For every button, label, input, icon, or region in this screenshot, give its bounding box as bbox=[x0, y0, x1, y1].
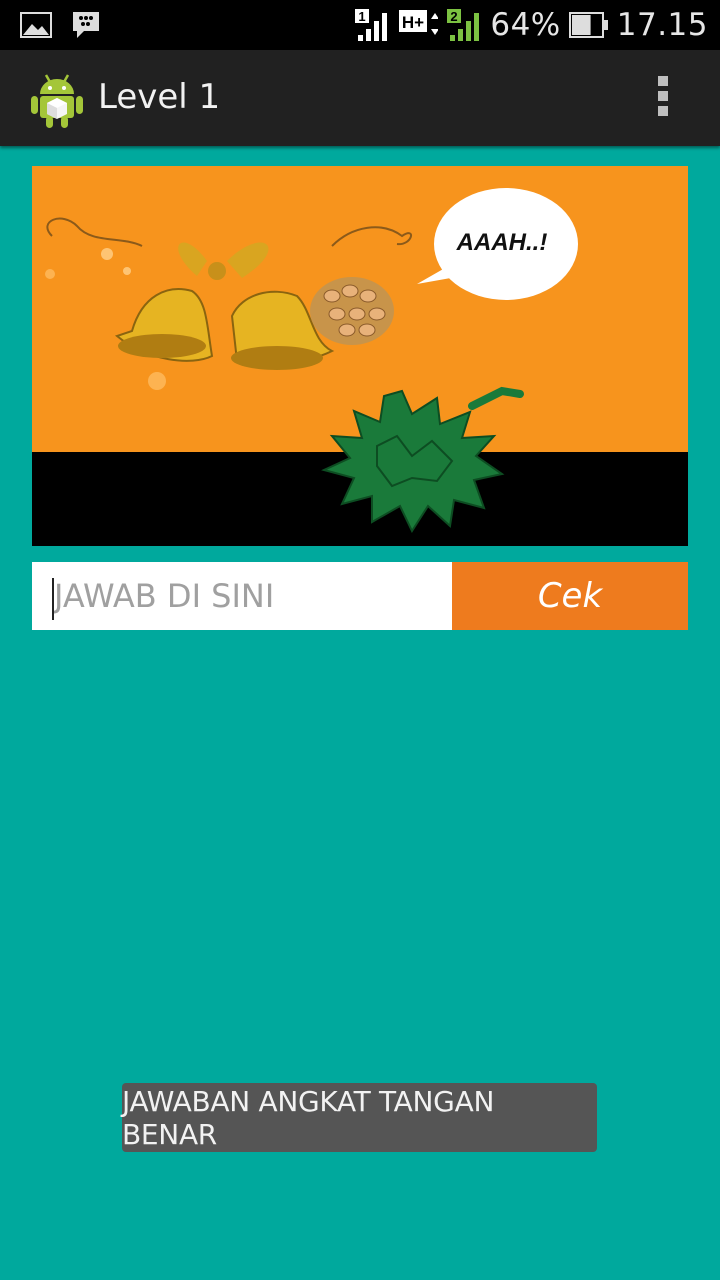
overflow-menu-icon[interactable] bbox=[650, 76, 676, 120]
battery-icon bbox=[568, 12, 608, 38]
puzzle-illustration: AAAH..! bbox=[32, 166, 688, 546]
speech-text: AAAH..! bbox=[456, 229, 548, 256]
status-bar: 1 H+ 2 64% 17.15 bbox=[0, 0, 720, 50]
sim1-label: 1 bbox=[359, 9, 366, 24]
action-bar: Level 1 bbox=[0, 50, 720, 146]
clock: 17.15 bbox=[616, 7, 708, 43]
page-title: Level 1 bbox=[98, 77, 221, 117]
hplus-icon: H+ bbox=[399, 10, 439, 35]
gallery-icon bbox=[20, 12, 52, 38]
signal-sim2-icon: 2 bbox=[447, 9, 480, 41]
cek-button[interactable]: Cek bbox=[452, 562, 688, 630]
network-label: H+ bbox=[402, 13, 424, 32]
answer-row: Cek bbox=[32, 562, 688, 630]
answer-input[interactable] bbox=[32, 562, 452, 630]
bbm-icon bbox=[73, 12, 99, 38]
signal-sim1-icon: 1 bbox=[355, 9, 388, 41]
status-bar-indicators: 1 H+ 2 64% 17.15 bbox=[354, 4, 708, 46]
sim2-label: 2 bbox=[451, 9, 458, 24]
puzzle-picture: AAAH..! bbox=[32, 166, 688, 546]
status-bar-notifications bbox=[20, 10, 102, 40]
android-robot-icon[interactable] bbox=[30, 72, 84, 128]
battery-percent: 64% bbox=[490, 7, 561, 43]
toast-message: JAWABAN ANGKAT TANGAN BENAR bbox=[122, 1083, 597, 1152]
text-cursor bbox=[52, 578, 54, 620]
